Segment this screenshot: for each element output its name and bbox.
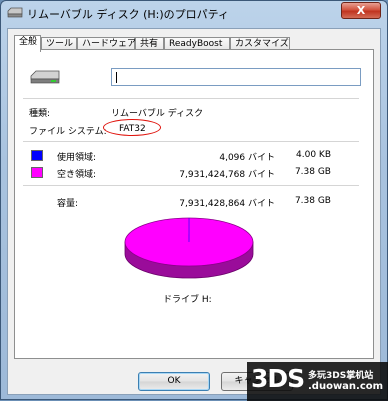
drive-icon xyxy=(7,7,23,18)
free-space-bytes: 7,931,424,768 バイト xyxy=(125,167,275,180)
properties-window: リムーバブル ディスク (H:)のプロパティ X 全般 ツール ハードウェア 共… xyxy=(0,0,388,400)
filesystem-highlight-circle xyxy=(103,119,161,136)
dialog-client: 全般 ツール ハードウェア 共有 ReadyBoost カスタマイズ 種類: リ… xyxy=(7,28,381,395)
separator-1 xyxy=(23,98,359,99)
separator-3 xyxy=(23,185,359,186)
filesystem-label: ファイル システム: xyxy=(29,124,107,137)
text-caret xyxy=(116,72,117,83)
watermark-url: .duowan.com xyxy=(308,381,383,392)
removable-drive-icon xyxy=(29,70,61,84)
drive-letter-label: ドライブ H: xyxy=(163,292,212,305)
drive-name-input[interactable] xyxy=(111,68,361,86)
disk-usage-pie xyxy=(121,214,257,284)
used-space-label: 使用領域: xyxy=(57,150,96,163)
general-panel: 種類: リムーバブル ディスク ファイル システム: FAT32 使用領域: 4… xyxy=(14,49,374,359)
used-space-bytes: 4,096 バイト xyxy=(175,150,275,163)
watermark-logo: 3DS xyxy=(251,364,304,393)
free-space-label: 空き領域: xyxy=(57,167,96,180)
separator-2 xyxy=(23,141,359,142)
used-space-size: 4.00 KB xyxy=(279,150,331,160)
type-value: リムーバブル ディスク xyxy=(111,106,203,119)
watermark-site-name: 多玩3DS掌机站 xyxy=(308,368,373,381)
tab-general[interactable]: 全般 xyxy=(14,35,41,52)
free-space-size: 7.38 GB xyxy=(279,167,331,177)
capacity-bytes: 7,931,428,864 バイト xyxy=(125,196,275,209)
window-title: リムーバブル ディスク (H:)のプロパティ xyxy=(27,6,229,22)
capacity-label: 容量: xyxy=(57,196,78,209)
title-bar[interactable]: リムーバブル ディスク (H:)のプロパティ X xyxy=(1,1,387,25)
free-space-swatch xyxy=(31,167,43,178)
ok-button[interactable]: OK xyxy=(138,372,210,391)
type-label: 種類: xyxy=(29,106,50,119)
used-space-swatch xyxy=(31,150,43,161)
close-button[interactable]: X xyxy=(341,2,381,19)
capacity-size: 7.38 GB xyxy=(279,196,331,206)
